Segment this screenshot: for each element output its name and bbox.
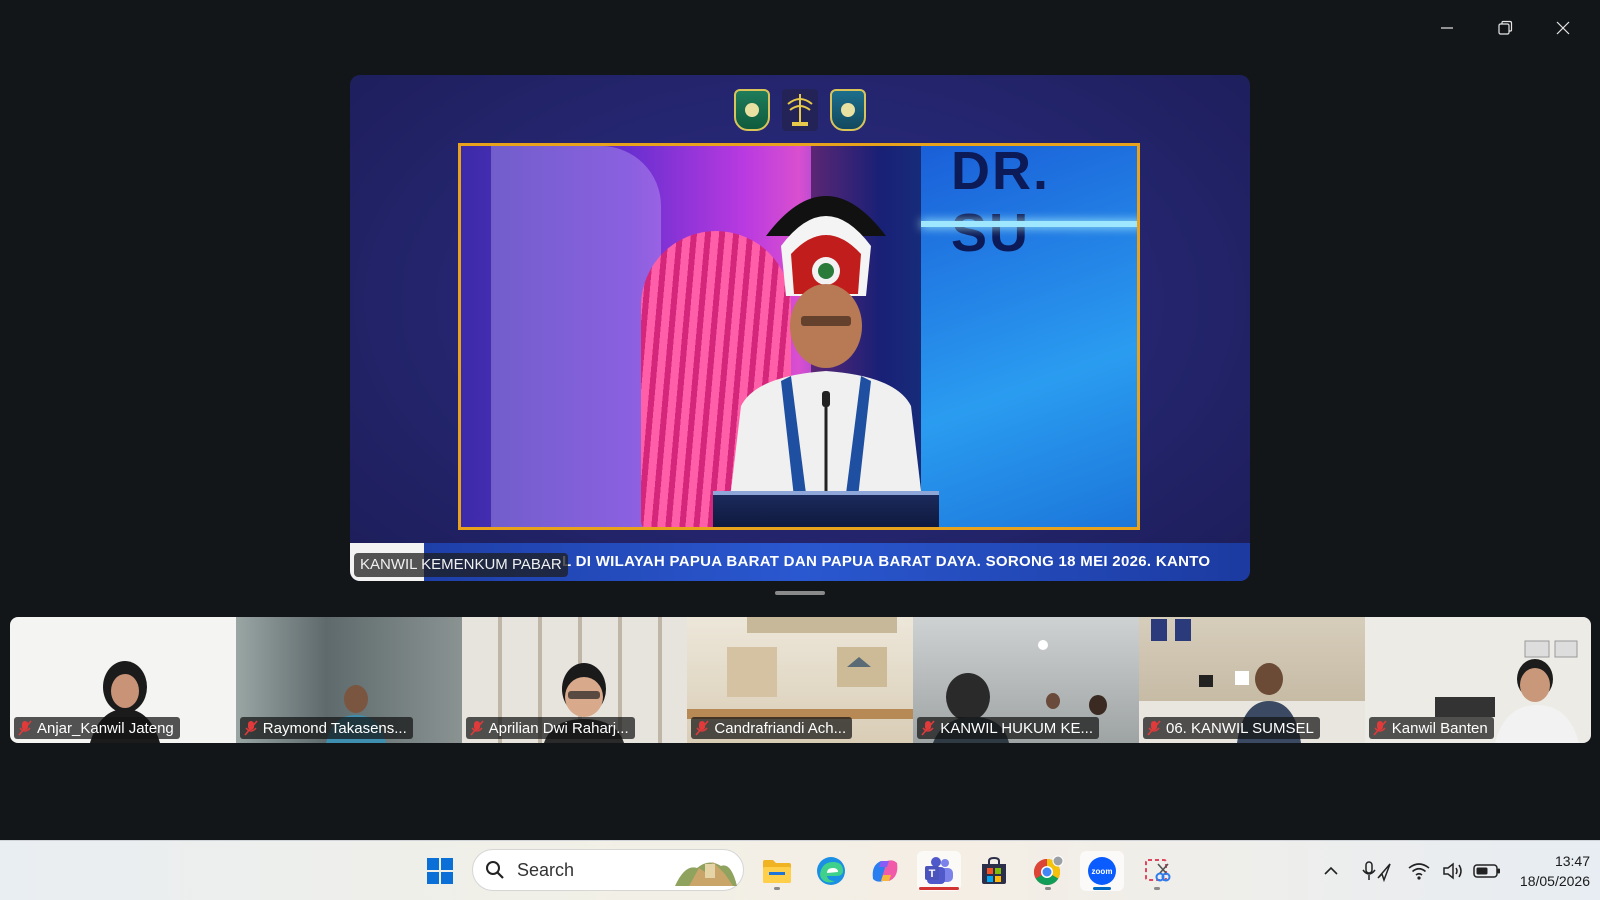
chrome-button[interactable] <box>1026 851 1070 891</box>
taskbar: Search T zoom 13:47 18/05/2026 <box>0 840 1600 900</box>
volume-icon <box>1443 862 1462 880</box>
copilot-button[interactable] <box>863 851 907 891</box>
search-icon <box>486 861 504 879</box>
system-tray: 13:47 18/05/2026 <box>1314 841 1600 900</box>
teams-icon: T <box>925 857 953 884</box>
participant-label: Raymond Takasens... <box>239 717 413 739</box>
participant-name: 06. KANWIL SUMSEL <box>1165 719 1314 737</box>
speaker-name-label: KANWIL KEMENKUM PABAR <box>354 553 568 577</box>
participant-name: Aprilian Dwi Raharj... <box>488 719 629 737</box>
volume-button[interactable] <box>1438 856 1468 886</box>
participant-name: Anjar_Kanwil Jateng <box>37 719 174 737</box>
store-button[interactable] <box>972 851 1016 891</box>
participant-label: 06. KANWIL SUMSEL <box>1142 717 1320 739</box>
edge-button[interactable] <box>809 851 853 891</box>
search-highlight-icon <box>675 862 737 886</box>
participant-tile[interactable]: 06. KANWIL SUMSEL <box>1138 617 1365 743</box>
battery-icon <box>1473 864 1500 878</box>
zoom-icon: zoom <box>1088 857 1116 885</box>
participant-tile[interactable]: KANWIL HUKUM KE... <box>913 617 1139 743</box>
clock-time: 13:47 <box>1554 853 1590 869</box>
microphone-in-use-icon <box>1362 861 1391 882</box>
minimize-icon <box>1441 27 1453 29</box>
clock-date: 18/05/2026 <box>1519 873 1590 889</box>
battery-button[interactable] <box>1472 856 1502 886</box>
participant-label: KANWIL HUKUM KE... <box>917 717 1099 739</box>
mic-off-icon <box>469 720 484 736</box>
start-icon <box>427 858 453 884</box>
svg-text:T: T <box>929 868 936 880</box>
restore-button[interactable] <box>1478 10 1532 46</box>
snipping-tool-icon <box>1145 859 1171 882</box>
chevron-up-icon <box>1324 866 1338 875</box>
chrome-icon <box>1033 855 1064 886</box>
file-explorer-icon <box>763 860 791 883</box>
participant-strip: Anjar_Kanwil Jateng Raymond Takasens... … <box>10 617 1591 743</box>
ticker-text: L DI WILAYAH PAPUA BARAT DAN PAPUA BARAT… <box>562 553 1211 570</box>
papua-barat-daya-emblem-icon <box>830 89 866 131</box>
taskbar-clock[interactable]: 13:47 18/05/2026 <box>1504 851 1600 891</box>
close-icon <box>1556 21 1570 35</box>
window-controls <box>1420 10 1590 46</box>
backdrop-text: DR. SU <box>951 143 1050 263</box>
participant-name: Raymond Takasens... <box>262 719 407 737</box>
participant-label: Candrafriandi Ach... <box>691 717 853 739</box>
participant-tile[interactable]: Candrafriandi Ach... <box>687 617 914 743</box>
main-video-feed[interactable]: DR. SU L DI WILAYAH PAPUA BARAT DAN PAPU… <box>350 75 1250 581</box>
mic-off-icon <box>18 720 32 736</box>
file-explorer-button[interactable] <box>755 851 799 891</box>
edge-icon <box>817 857 845 885</box>
restore-icon <box>1498 20 1513 35</box>
mic-off-icon <box>244 720 258 736</box>
search-label: Search <box>517 859 575 880</box>
snipping-tool-button[interactable] <box>1135 851 1179 891</box>
participant-label: Aprilian Dwi Raharj... <box>465 717 635 739</box>
svg-text:zoom: zoom <box>1092 867 1113 876</box>
taskbar-search[interactable]: Search <box>472 849 744 891</box>
event-logos <box>734 89 866 131</box>
wifi-icon <box>1408 863 1430 880</box>
show-hidden-icons-button[interactable] <box>1316 856 1346 886</box>
participant-name: Kanwil Banten <box>1391 719 1488 737</box>
mic-off-icon <box>695 720 709 736</box>
participant-label: Anjar_Kanwil Jateng <box>14 717 180 739</box>
minimize-button[interactable] <box>1420 10 1474 46</box>
kemenkum-emblem-icon <box>782 89 818 131</box>
participant-tile[interactable]: Raymond Takasens... <box>235 617 462 743</box>
participant-tile[interactable]: Aprilian Dwi Raharj... <box>461 617 688 743</box>
store-icon <box>982 856 1006 884</box>
mic-off-icon <box>1147 720 1161 736</box>
stage-video: DR. SU <box>458 143 1140 530</box>
mic-location-tray-button[interactable] <box>1362 856 1392 886</box>
teams-button[interactable]: T <box>917 851 961 891</box>
mic-off-icon <box>1373 720 1387 736</box>
participant-tile[interactable]: Anjar_Kanwil Jateng <box>10 617 236 743</box>
participant-label: Kanwil Banten <box>1368 717 1494 739</box>
copilot-icon <box>872 860 898 882</box>
podium <box>713 491 939 527</box>
papua-barat-emblem-icon <box>734 89 770 131</box>
participant-name: KANWIL HUKUM KE... <box>940 719 1093 737</box>
mic-off-icon <box>921 720 935 736</box>
speaker-figure <box>726 196 926 527</box>
zoom-button[interactable]: zoom <box>1080 851 1124 891</box>
participant-name: Candrafriandi Ach... <box>714 719 847 737</box>
participant-tile[interactable]: Kanwil Banten <box>1364 617 1591 743</box>
start-button[interactable] <box>418 851 462 891</box>
wifi-button[interactable] <box>1404 856 1434 886</box>
panel-resize-handle[interactable] <box>775 591 825 595</box>
close-button[interactable] <box>1536 10 1590 46</box>
